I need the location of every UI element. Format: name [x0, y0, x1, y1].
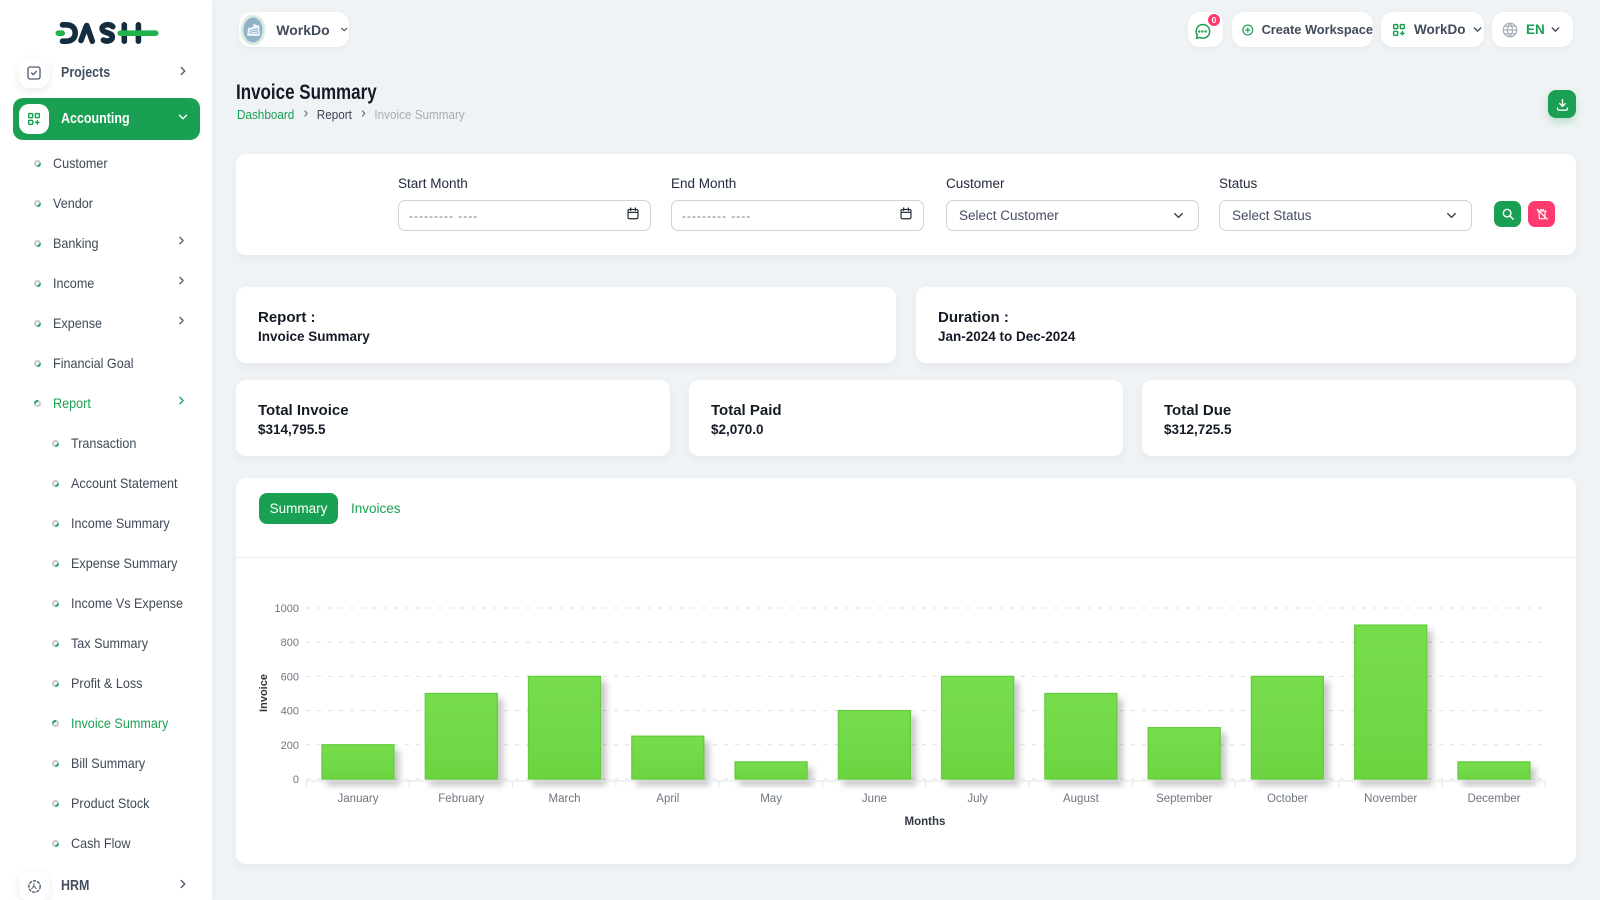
svg-text:August: August	[1063, 793, 1100, 805]
svg-text:March: March	[549, 793, 581, 805]
svg-text:May: May	[760, 793, 782, 805]
svg-text:600: 600	[281, 671, 299, 683]
svg-text:November: November	[1364, 793, 1417, 805]
svg-text:200: 200	[281, 740, 299, 752]
svg-text:July: July	[967, 793, 988, 805]
svg-text:800: 800	[281, 637, 299, 649]
svg-text:January: January	[338, 793, 379, 805]
svg-text:April: April	[656, 793, 679, 805]
svg-text:0: 0	[293, 774, 299, 786]
svg-text:400: 400	[281, 706, 299, 718]
svg-text:December: December	[1467, 793, 1520, 805]
svg-text:September: September	[1156, 793, 1212, 805]
svg-text:Months: Months	[905, 816, 946, 828]
svg-text:1000: 1000	[275, 603, 299, 615]
svg-text:June: June	[862, 793, 887, 805]
svg-text:Invoice: Invoice	[258, 674, 270, 712]
svg-text:February: February	[438, 793, 484, 805]
svg-text:October: October	[1267, 793, 1308, 805]
